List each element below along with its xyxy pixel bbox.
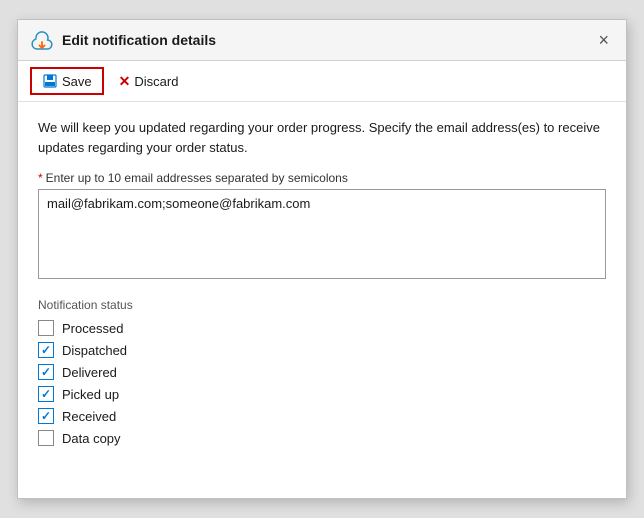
title-bar: Edit notification details × (18, 20, 626, 61)
checkbox-label-data-copy[interactable]: Data copy (62, 431, 121, 446)
checkbox-data-copy[interactable] (38, 430, 54, 446)
close-button[interactable]: × (593, 29, 614, 51)
checkbox-item-delivered: ✓ Delivered (38, 364, 606, 380)
toolbar: Save ✕ Discard (18, 61, 626, 102)
checkbox-label-delivered[interactable]: Delivered (62, 365, 117, 380)
title-left: Edit notification details (30, 28, 216, 52)
checkbox-label-processed[interactable]: Processed (62, 321, 123, 336)
email-input[interactable]: mail@fabrikam.com;someone@fabrikam.com (38, 189, 606, 279)
notification-status-title: Notification status (38, 298, 606, 312)
dialog-content: We will keep you updated regarding your … (18, 102, 626, 498)
notification-section: Notification status Processed ✓ Dispatch… (38, 298, 606, 446)
checkbox-picked-up[interactable]: ✓ (38, 386, 54, 402)
discard-label: Discard (134, 74, 178, 89)
dialog-title: Edit notification details (62, 32, 216, 48)
required-star: * (38, 171, 43, 185)
checkmark-dispatched: ✓ (41, 344, 51, 356)
save-label: Save (62, 74, 92, 89)
checkbox-item-processed: Processed (38, 320, 606, 336)
checkbox-item-dispatched: ✓ Dispatched (38, 342, 606, 358)
checkbox-item-received: ✓ Received (38, 408, 606, 424)
checkbox-label-received[interactable]: Received (62, 409, 116, 424)
edit-notification-dialog: Edit notification details × Save ✕ Disca… (17, 19, 627, 499)
checkbox-item-data-copy: Data copy (38, 430, 606, 446)
checkbox-list: Processed ✓ Dispatched ✓ Delivered (38, 320, 606, 446)
description-text: We will keep you updated regarding your … (38, 118, 606, 157)
checkbox-label-picked-up[interactable]: Picked up (62, 387, 119, 402)
checkbox-label-dispatched[interactable]: Dispatched (62, 343, 127, 358)
save-icon (42, 73, 58, 89)
save-button[interactable]: Save (30, 67, 104, 95)
discard-button[interactable]: ✕ Discard (108, 68, 190, 95)
cloud-icon (30, 28, 54, 52)
checkmark-delivered: ✓ (41, 366, 51, 378)
checkbox-received[interactable]: ✓ (38, 408, 54, 424)
checkbox-item-picked-up: ✓ Picked up (38, 386, 606, 402)
checkmark-picked-up: ✓ (41, 388, 51, 400)
discard-x-icon: ✕ (119, 73, 131, 90)
checkbox-delivered[interactable]: ✓ (38, 364, 54, 380)
checkmark-received: ✓ (41, 410, 51, 422)
checkbox-dispatched[interactable]: ✓ (38, 342, 54, 358)
checkbox-processed[interactable] (38, 320, 54, 336)
field-label: *Enter up to 10 email addresses separate… (38, 171, 606, 185)
